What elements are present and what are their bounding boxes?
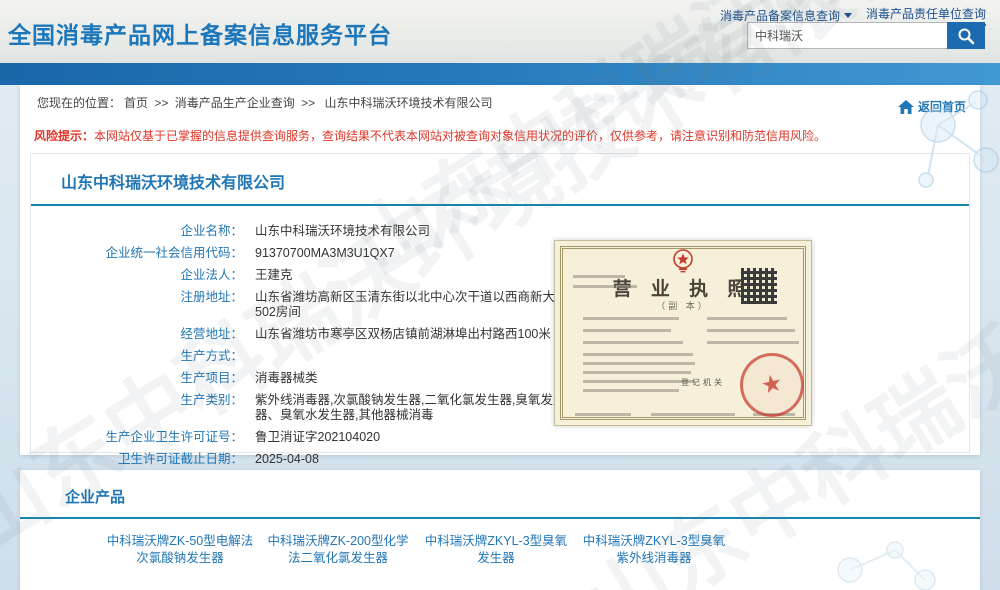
license-registrar-label: 登记机关: [681, 377, 725, 388]
info-row-credit-code: 企业统一社会信用代码： 91370700MA3M3U1QX7: [31, 246, 969, 261]
field-label: 经营地址：: [31, 327, 243, 342]
home-icon: [898, 100, 914, 114]
site-title: 全国消毒产品网上备案信息服务平台: [8, 16, 392, 50]
field-label: 企业法人：: [31, 268, 243, 283]
field-label: 卫生许可证截止日期：: [31, 452, 243, 467]
license-text-line: [707, 341, 799, 344]
license-text-line: [651, 413, 735, 416]
field-label: 企业统一社会信用代码：: [31, 246, 243, 261]
field-label: 生产企业卫生许可证号：: [31, 430, 243, 445]
risk-notice-text: 本网站仅基于已掌握的信息提供查询服务，查询结果不代表本网站对被查询对象信用状况的…: [94, 129, 826, 143]
search-bar: [747, 22, 985, 49]
license-text-line: [583, 317, 679, 320]
breadcrumb-separator: >>: [301, 96, 315, 110]
breadcrumb-prefix: 您现在的位置：: [37, 96, 121, 110]
license-text-line: [583, 380, 695, 383]
nav-unit-query-label: 消毒产品责任单位查询: [866, 5, 986, 22]
info-row-legal-person: 企业法人： 王建克: [31, 268, 969, 283]
business-license-image: 营 业 执 照 （副 本） 登记机关 ★: [554, 240, 812, 426]
license-text-line: [707, 329, 795, 332]
license-text-line: [583, 371, 691, 374]
field-label: 生产方式：: [31, 349, 243, 364]
company-title: 山东中科瑞沃环境技术有限公司: [31, 154, 969, 204]
field-value: 消毒器械类: [255, 371, 318, 386]
header-divider-bar: [0, 63, 1000, 85]
breadcrumb-separator: >>: [154, 96, 168, 110]
risk-notice: 风险提示：本网站仅基于已掌握的信息提供查询服务，查询结果不代表本网站对被查询对象…: [20, 119, 980, 146]
info-row-hygiene-license-no: 生产企业卫生许可证号： 鲁卫消证字202104020: [31, 430, 969, 445]
info-row-production-category: 生产类别： 紫外线消毒器,次氯酸钠发生器,二氧化氯发生器,臭氧发生器、臭氧水发生…: [31, 393, 969, 423]
info-row-business-address: 经营地址： 山东省潍坊市寒亭区双杨店镇前湖淋埠出村路西100米: [31, 327, 969, 342]
license-text-line: [575, 413, 631, 416]
license-text-line: [573, 285, 637, 288]
field-value: 山东省潍坊市寒亭区双杨店镇前湖淋埠出村路西100米: [255, 327, 551, 342]
breadcrumb-home-link[interactable]: 首页: [124, 96, 148, 110]
license-text-line: [707, 317, 787, 320]
info-row-registered-address: 注册地址： 山东省潍坊高新区玉清东街以北中心次干道以西商新大厦502房间: [31, 290, 969, 320]
search-button[interactable]: [947, 22, 985, 49]
field-value: 2025-04-08: [255, 452, 319, 467]
product-link[interactable]: 中科瑞沃牌ZK-50型电解法次氯酸钠发生器: [104, 533, 256, 567]
info-row-production-mode: 生产方式：: [31, 349, 969, 364]
breadcrumb-row: 您现在的位置：首页 >> 消毒产品生产企业查询 >> 山东中科瑞沃环境技术有限公…: [20, 85, 980, 119]
back-home-label: 返回首页: [918, 98, 966, 115]
company-info-card: 山东中科瑞沃环境技术有限公司 企业名称： 山东中科瑞沃环境技术有限公司 企业统一…: [30, 153, 970, 453]
product-link[interactable]: 中科瑞沃牌ZKYL-3型臭氧发生器: [420, 533, 572, 567]
page-header: 全国消毒产品网上备案信息服务平台 消毒产品备案信息查询 消毒产品责任单位查询: [0, 0, 1000, 63]
field-label: 注册地址：: [31, 290, 243, 320]
product-link[interactable]: 中科瑞沃牌ZKYL-3型臭氧紫外线消毒器: [578, 533, 730, 567]
info-row-name: 企业名称： 山东中科瑞沃环境技术有限公司: [31, 224, 969, 239]
risk-notice-label: 风险提示：: [34, 129, 94, 143]
company-fields: 企业名称： 山东中科瑞沃环境技术有限公司 企业统一社会信用代码： 9137070…: [31, 206, 969, 467]
license-text-line: [583, 353, 693, 356]
search-icon: [957, 27, 975, 45]
back-home-link[interactable]: 返回首页: [898, 98, 966, 115]
breadcrumb-category-link[interactable]: 消毒产品生产企业查询: [175, 96, 295, 110]
product-link[interactable]: 中科瑞沃牌ZK-200型化学法二氧化氯发生器: [262, 533, 414, 567]
field-value: 山东中科瑞沃环境技术有限公司: [255, 224, 430, 239]
field-value: 王建克: [255, 268, 293, 283]
license-text-line: [573, 275, 625, 278]
seal-star-icon: ★: [759, 371, 785, 399]
field-value: 紫外线消毒器,次氯酸钠发生器,二氧化氯发生器,臭氧发生器、臭氧水发生器,其他器械…: [255, 393, 585, 423]
products-section-title: 企业产品: [20, 470, 980, 517]
section-underline: [20, 517, 980, 519]
products-list: 中科瑞沃牌ZK-50型电解法次氯酸钠发生器 中科瑞沃牌ZK-200型化学法二氧化…: [20, 533, 980, 567]
license-text-line: [583, 329, 671, 332]
info-row-license-expiry: 卫生许可证截止日期： 2025-04-08: [31, 452, 969, 467]
license-text-line: [583, 389, 679, 392]
chevron-down-icon: [844, 13, 852, 18]
breadcrumb: 您现在的位置：首页 >> 消毒产品生产企业查询 >> 山东中科瑞沃环境技术有限公…: [34, 94, 495, 111]
license-text-line: [583, 341, 683, 344]
products-panel: 企业产品 中科瑞沃牌ZK-50型电解法次氯酸钠发生器 中科瑞沃牌ZK-200型化…: [20, 470, 980, 590]
field-label: 生产类别：: [31, 393, 243, 423]
license-text-line: [583, 362, 695, 365]
breadcrumb-current: 山东中科瑞沃环境技术有限公司: [324, 96, 492, 110]
main-content-panel: 您现在的位置：首页 >> 消毒产品生产企业查询 >> 山东中科瑞沃环境技术有限公…: [20, 85, 980, 455]
search-input[interactable]: [747, 22, 947, 49]
field-label: 企业名称：: [31, 224, 243, 239]
field-value: 91370700MA3M3U1QX7: [255, 246, 395, 261]
field-value: 鲁卫消证字202104020: [255, 430, 380, 445]
field-label: 生产项目：: [31, 371, 243, 386]
info-row-production-item: 生产项目： 消毒器械类: [31, 371, 969, 386]
license-qr-code: [741, 268, 777, 304]
field-value: 山东省潍坊高新区玉清东街以北中心次干道以西商新大厦502房间: [255, 290, 585, 320]
